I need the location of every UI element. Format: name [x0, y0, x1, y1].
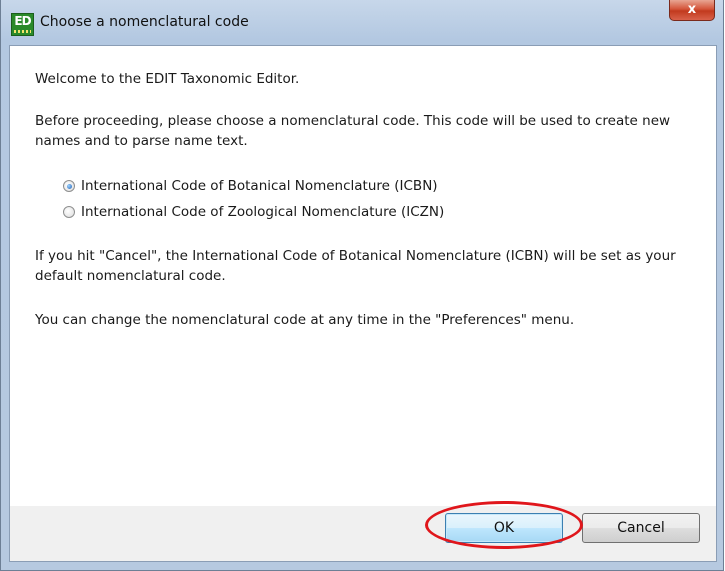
title-bar[interactable]: ED Choose a nomenclatural code x [1, 0, 723, 45]
radio-iczn-label[interactable]: International Code of Zoological Nomencl… [81, 202, 444, 222]
cancel-button[interactable]: Cancel [582, 513, 700, 543]
close-button[interactable]: x [669, 0, 715, 21]
radio-selected-icon[interactable] [63, 180, 75, 192]
cancel-note: If you hit "Cancel", the International C… [35, 248, 676, 284]
welcome-text: Welcome to the EDIT Taxonomic Editor. [35, 71, 300, 87]
dialog-content: Welcome to the EDIT Taxonomic Editor. Be… [9, 45, 717, 562]
radio-unselected-icon[interactable] [63, 206, 75, 218]
intro-text: Before proceeding, please choose a nomen… [35, 113, 671, 149]
close-icon: x [687, 2, 697, 17]
app-icon: ED [11, 13, 34, 36]
radio-icbn-label[interactable]: International Code of Botanical Nomencla… [81, 176, 438, 196]
dialog-window: ED Choose a nomenclatural code x Welcome… [0, 0, 724, 571]
window-title: Choose a nomenclatural code [40, 14, 249, 30]
ok-button[interactable]: OK [445, 513, 563, 543]
preferences-note: You can change the nomenclatural code at… [35, 312, 575, 328]
